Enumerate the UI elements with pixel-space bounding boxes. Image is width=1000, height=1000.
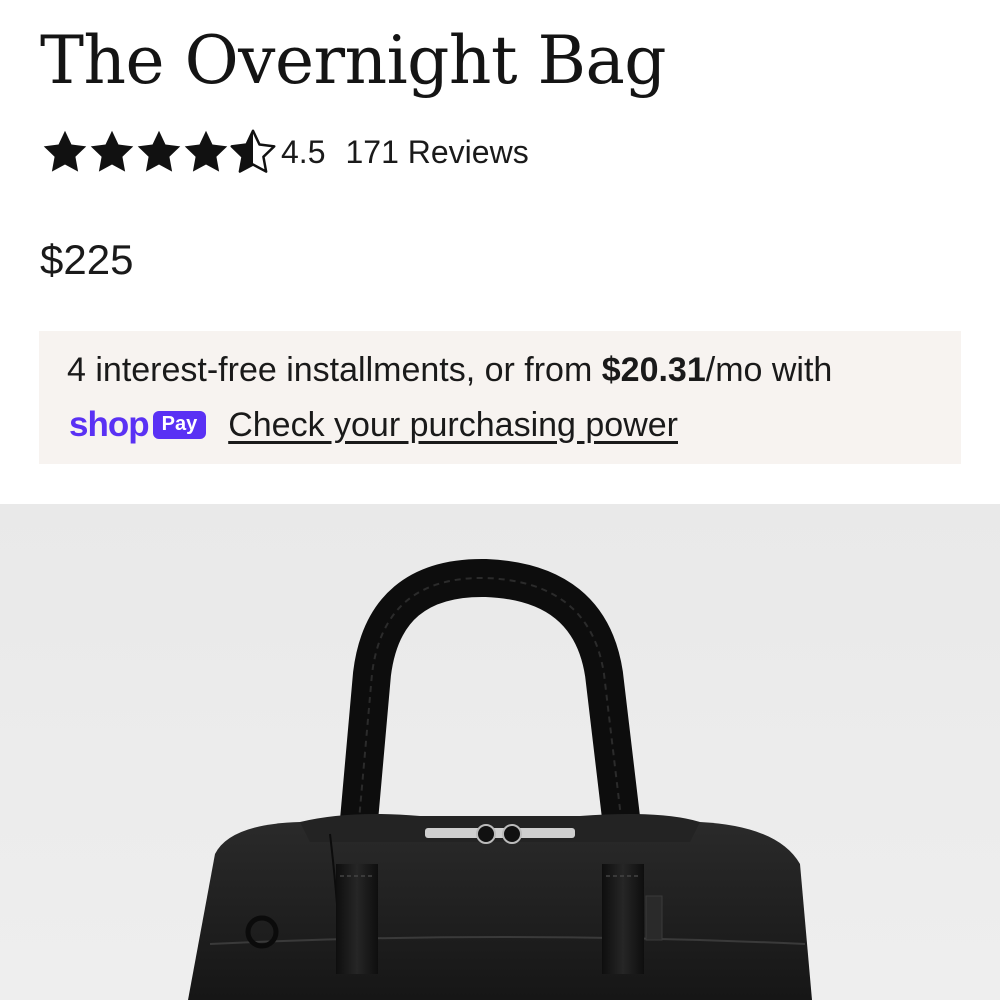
star-rating	[40, 127, 278, 177]
reviews-count-link[interactable]: 171 Reviews	[345, 134, 528, 171]
product-price: $225	[40, 236, 134, 283]
product-rating[interactable]: 4.5 171 Reviews	[40, 126, 529, 178]
installments-prefix: 4 interest-free installments, or from	[67, 351, 602, 389]
shop-pay-logo-word: shop	[69, 405, 150, 444]
rating-value: 4.5	[281, 133, 326, 170]
star-half-icon	[228, 127, 278, 177]
star-full-icon	[181, 127, 231, 177]
installment-amount: $20.31	[601, 351, 706, 389]
overnight-bag-illustration	[188, 558, 812, 1000]
installments-text: 4 interest-free installments, or from $2…	[67, 351, 832, 390]
shop-pay-logo: shop Pay	[69, 405, 207, 445]
shop-pay-row: shop Pay Check your purchasing power	[69, 401, 678, 449]
star-full-icon	[87, 127, 137, 177]
shop-pay-installments-banner: 4 interest-free installments, or from $2…	[39, 331, 961, 464]
check-purchasing-power-link[interactable]: Check your purchasing power	[228, 406, 678, 445]
installments-suffix: /mo with	[705, 351, 833, 389]
product-image[interactable]	[0, 504, 1000, 1000]
product-title: The Overnight Bag	[40, 22, 667, 99]
star-full-icon	[40, 127, 90, 177]
star-full-icon	[134, 127, 184, 177]
shop-pay-logo-badge: Pay	[152, 411, 207, 439]
